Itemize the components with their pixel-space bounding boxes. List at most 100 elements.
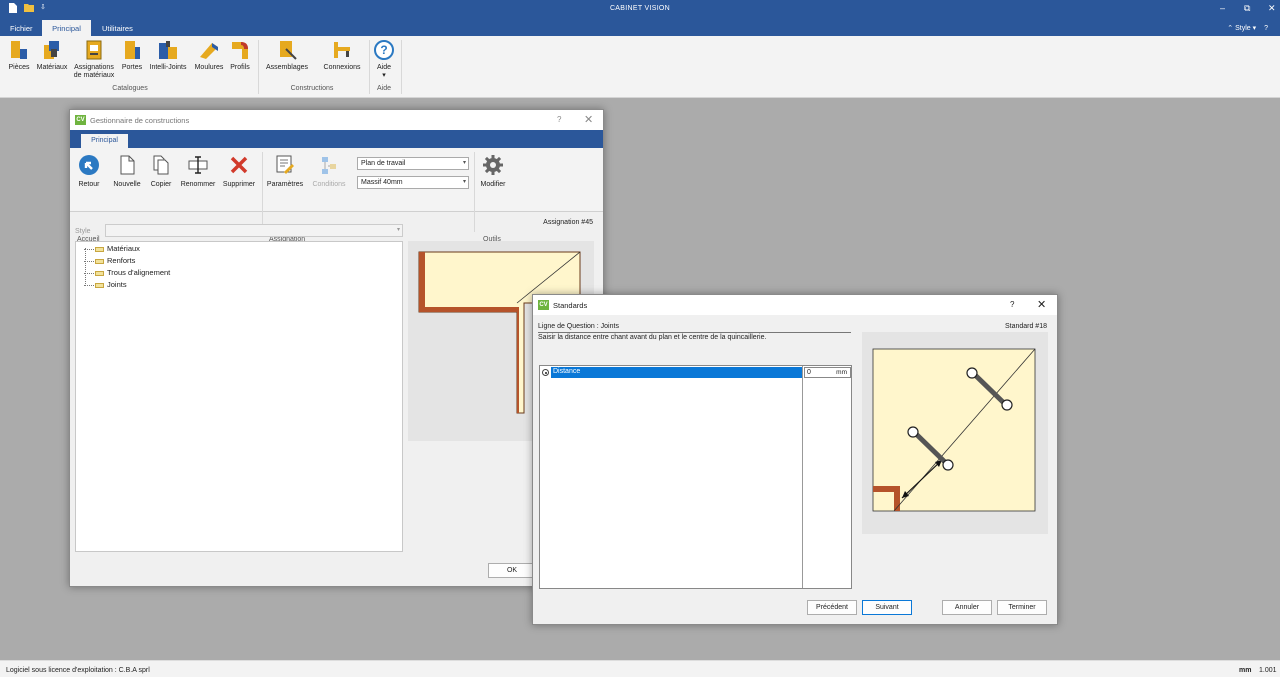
- standards-title: Standards: [553, 301, 588, 310]
- tree-item-label: Matériaux: [107, 244, 140, 253]
- connexions-label: Connexions: [323, 64, 361, 71]
- close-icon[interactable]: ✕: [1037, 298, 1046, 311]
- materiaux-button[interactable]: Matériaux: [34, 39, 70, 72]
- profils-button[interactable]: Profils: [228, 39, 252, 72]
- intelli-joints-button[interactable]: Intelli-Joints: [147, 39, 189, 72]
- ribbon-separator: [262, 152, 263, 232]
- intelli-joints-label: Intelli-Joints: [149, 64, 187, 71]
- retour-button[interactable]: Retour: [76, 154, 102, 189]
- ok-button[interactable]: OK: [488, 563, 536, 578]
- group-aide: Aide: [376, 85, 391, 92]
- profils-icon: [229, 39, 251, 61]
- title-bar: ⇩ CABINET VISION – ⧉ ✕: [0, 0, 1280, 20]
- assemblages-button[interactable]: Assemblages: [264, 39, 310, 72]
- chevron-down-icon: ▾: [462, 160, 466, 166]
- style-select[interactable]: ▾: [105, 224, 403, 237]
- portes-button[interactable]: Portes: [119, 39, 145, 72]
- construction-tree[interactable]: Matériaux Renforts Trous d'alignement Jo…: [75, 241, 403, 552]
- modifier-button[interactable]: Modifier: [476, 154, 510, 189]
- license-text: Logiciel sous licence d'exploitation : C…: [6, 667, 150, 674]
- moulures-button[interactable]: Moulures: [192, 39, 226, 72]
- plan-de-travail-select[interactable]: Plan de travail ▾: [357, 157, 469, 170]
- chevron-down-icon: ▾: [462, 179, 466, 185]
- portes-icon: [121, 39, 143, 61]
- cv-logo-icon: CV: [75, 115, 86, 125]
- standard-preview: [862, 332, 1048, 534]
- tree-item-materiaux[interactable]: Matériaux: [84, 244, 140, 253]
- annuler-button[interactable]: Annuler: [942, 600, 992, 615]
- renommer-button[interactable]: Renommer: [178, 154, 218, 189]
- conditions-icon: [318, 154, 340, 176]
- gestionnaire-titlebar: CV Gestionnaire de constructions ? ✕: [70, 110, 603, 130]
- radio-selected-icon[interactable]: [542, 369, 549, 376]
- chevron-down-icon: ▾: [396, 227, 400, 233]
- question-description: Saisir la distance entre chant avant du …: [538, 334, 851, 344]
- tab-principal[interactable]: Principal: [42, 20, 91, 36]
- parameters-icon: [274, 154, 296, 176]
- help-circle-icon[interactable]: ?: [1264, 25, 1268, 32]
- assignations-icon: [83, 39, 105, 61]
- svg-text:?: ?: [380, 43, 387, 57]
- distance-value-input[interactable]: 0 mm: [804, 367, 851, 378]
- chevron-down-icon: ▾: [1252, 25, 1257, 32]
- gestionnaire-dialog: CV Gestionnaire de constructions ? ✕ Pri…: [69, 109, 604, 587]
- tree-item-label: Joints: [107, 280, 127, 289]
- help-icon: ?: [373, 39, 395, 61]
- supprimer-button[interactable]: Supprimer: [220, 154, 258, 189]
- ribbon-tabs: Fichier Principal Utilitaires ⌃ Style ▾ …: [0, 20, 1280, 36]
- nouvelle-button[interactable]: Nouvelle: [111, 154, 143, 189]
- pieces-button[interactable]: Pièces: [7, 39, 31, 72]
- conditions-button[interactable]: Conditions: [309, 154, 349, 189]
- profils-label: Profils: [230, 64, 250, 71]
- supprimer-label: Supprimer: [222, 181, 256, 188]
- help-icon[interactable]: ?: [557, 115, 561, 124]
- connexions-icon: [331, 39, 353, 61]
- minimize-icon[interactable]: –: [1220, 3, 1225, 13]
- assemblages-icon: [276, 39, 298, 61]
- tree-item-trous[interactable]: Trous d'alignement: [84, 268, 170, 277]
- folder-icon: [95, 270, 104, 276]
- gear-icon: [482, 154, 504, 176]
- precedent-button[interactable]: Précédent: [807, 600, 857, 615]
- aide-button[interactable]: ? Aide ▾: [372, 39, 396, 80]
- tab-utilitaires[interactable]: Utilitaires: [94, 20, 141, 36]
- style-label: Style: [1235, 25, 1251, 32]
- group-catalogues: Catalogues: [112, 85, 148, 92]
- nouvelle-label: Nouvelle: [113, 181, 141, 188]
- materiaux-icon: [41, 39, 63, 61]
- suivant-button[interactable]: Suivant: [862, 600, 912, 615]
- tree-item-joints[interactable]: Joints: [84, 280, 127, 289]
- tab-principal[interactable]: Principal: [81, 134, 128, 148]
- tab-fichier[interactable]: Fichier: [2, 20, 41, 36]
- tree-item-label: Renforts: [107, 256, 136, 265]
- copier-button[interactable]: Copier: [148, 154, 174, 189]
- back-arrow-icon: [78, 154, 100, 176]
- rename-icon: [187, 154, 209, 176]
- parametres-button[interactable]: Paramètres: [265, 154, 305, 189]
- close-icon[interactable]: ✕: [584, 113, 593, 126]
- style-menu[interactable]: ⌃ Style ▾ ?: [1227, 24, 1268, 32]
- assignations-button[interactable]: Assignations de matériaux: [71, 39, 117, 80]
- tree-item-renforts[interactable]: Renforts: [84, 256, 135, 265]
- gestionnaire-title: Gestionnaire de constructions: [90, 116, 190, 125]
- copy-icon: [150, 154, 172, 176]
- table-row[interactable]: Distance 0 mm: [540, 367, 851, 378]
- distance-label[interactable]: Distance: [551, 367, 802, 378]
- scale-indicator: 1.001: [1259, 667, 1277, 674]
- ribbon-separator: [401, 40, 402, 94]
- standard-number: Standard #18: [1004, 323, 1047, 330]
- ribbon-separator: [474, 152, 475, 232]
- help-icon[interactable]: ?: [1010, 300, 1014, 309]
- status-bar: Logiciel sous licence d'exploitation : C…: [0, 660, 1280, 677]
- massif-select[interactable]: Massif 40mm ▾: [357, 176, 469, 189]
- aide-label: Aide: [376, 64, 391, 71]
- distance-unit: mm: [836, 369, 847, 376]
- gestionnaire-ribbon: Retour Nouvelle Copier Renommer Supprime…: [70, 148, 603, 243]
- restore-icon[interactable]: ⧉: [1244, 3, 1250, 14]
- tree-connector: [85, 248, 86, 286]
- pieces-label: Pièces: [8, 64, 30, 71]
- terminer-button[interactable]: Terminer: [997, 600, 1047, 615]
- connexions-button[interactable]: Connexions: [320, 39, 364, 72]
- close-icon[interactable]: ✕: [1268, 3, 1276, 14]
- gestionnaire-tabstrip: Principal: [70, 130, 603, 148]
